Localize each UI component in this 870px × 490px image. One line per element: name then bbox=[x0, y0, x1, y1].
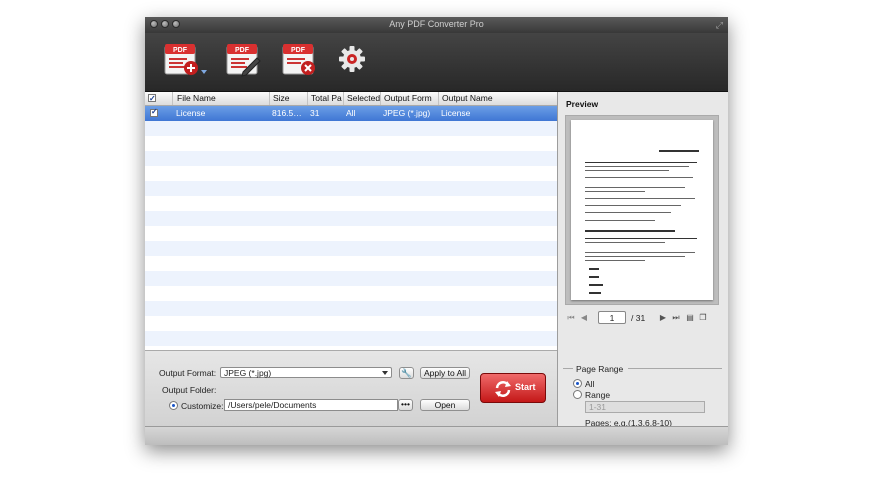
header-output-name[interactable]: Output Name bbox=[438, 92, 557, 105]
output-format-label: Output Format: bbox=[159, 368, 217, 378]
page-range-title: Page Range bbox=[576, 364, 624, 374]
svg-text:PDF: PDF bbox=[291, 47, 306, 54]
last-page-icon[interactable]: ⏭ bbox=[671, 313, 681, 323]
table-row[interactable]: License 816.5… 31 All JPEG (*.jpg) Licen… bbox=[145, 106, 557, 121]
cell-output-name: License bbox=[441, 108, 471, 118]
cell-selected: All bbox=[346, 108, 356, 118]
header-size[interactable]: Size bbox=[269, 92, 307, 105]
output-folder-label: Output Folder: bbox=[162, 385, 217, 395]
output-folder-input[interactable]: /Users/pele/Documents bbox=[224, 399, 398, 411]
empty-row bbox=[145, 181, 557, 196]
remove-pdf-icon: PDF bbox=[282, 44, 315, 75]
empty-row bbox=[145, 121, 557, 136]
add-pdf-icon: PDF bbox=[164, 44, 198, 75]
gear-icon bbox=[339, 46, 365, 72]
cell-total-pages: 31 bbox=[310, 108, 320, 118]
select-all-header[interactable] bbox=[145, 92, 172, 105]
app-window: Any PDF Converter Pro ⤢ PDF PDF PDF ✓ Fi… bbox=[145, 17, 728, 445]
apply-to-all-button[interactable]: Apply to All bbox=[420, 367, 470, 379]
format-settings-button[interactable]: 🔧 bbox=[399, 367, 414, 379]
preview-frame bbox=[565, 115, 719, 305]
svg-text:PDF: PDF bbox=[173, 47, 188, 54]
fullscreen-icon[interactable]: ⤢ bbox=[716, 20, 723, 31]
settings-button[interactable] bbox=[335, 40, 371, 78]
empty-row bbox=[145, 331, 557, 346]
cell-file-name: License bbox=[176, 108, 206, 118]
page-navigation: ⏮ ◀ 1 / 31 ▶ ⏭ ▤ ❐ bbox=[566, 311, 722, 325]
empty-row bbox=[145, 211, 557, 226]
empty-row bbox=[145, 241, 557, 256]
title-bar: Any PDF Converter Pro ⤢ bbox=[145, 17, 728, 33]
open-folder-button[interactable]: Open bbox=[420, 399, 470, 411]
prev-page-icon[interactable]: ◀ bbox=[579, 313, 589, 323]
cell-output-format: JPEG (*.jpg) bbox=[383, 108, 431, 118]
svg-text:PDF: PDF bbox=[235, 47, 250, 54]
window-title: Any PDF Converter Pro bbox=[389, 19, 484, 29]
customize-radio[interactable] bbox=[169, 401, 178, 410]
customize-label: Customize: bbox=[181, 401, 224, 411]
status-bar bbox=[145, 426, 728, 445]
next-page-icon[interactable]: ▶ bbox=[658, 313, 668, 323]
edit-pdf-icon: PDF bbox=[226, 44, 261, 77]
preview-title: Preview bbox=[566, 99, 599, 109]
output-settings: Output Format: JPEG (*.jpg) 🔧 Apply to A… bbox=[145, 350, 557, 427]
current-page-input[interactable]: 1 bbox=[598, 311, 626, 324]
all-pages-radio[interactable] bbox=[573, 379, 582, 388]
range-label: Range bbox=[585, 390, 611, 400]
remove-pdf-button[interactable]: PDF bbox=[281, 40, 317, 78]
toolbar: PDF PDF PDF bbox=[145, 33, 728, 92]
output-format-select[interactable]: JPEG (*.jpg) bbox=[220, 367, 392, 378]
range-radio[interactable] bbox=[573, 390, 582, 399]
edit-pdf-button[interactable]: PDF bbox=[225, 40, 261, 78]
page-thumbnail bbox=[571, 120, 713, 300]
browse-folder-button[interactable]: ••• bbox=[398, 399, 413, 411]
first-page-icon[interactable]: ⏮ bbox=[566, 313, 576, 323]
output-format-value: JPEG (*.jpg) bbox=[224, 368, 272, 378]
range-input[interactable]: 1-31 bbox=[585, 401, 705, 413]
header-file-name[interactable]: File Name bbox=[172, 92, 269, 105]
add-dropdown-icon[interactable] bbox=[201, 70, 207, 74]
cell-size: 816.5… bbox=[272, 108, 302, 118]
empty-row bbox=[145, 151, 557, 166]
single-page-icon[interactable]: ▤ bbox=[685, 313, 695, 323]
chevron-down-icon bbox=[382, 371, 388, 375]
header-output-format[interactable]: Output Form bbox=[380, 92, 438, 105]
refresh-icon bbox=[495, 381, 511, 397]
all-pages-label: All bbox=[585, 379, 595, 389]
table-header: File Name Size Total Pa Selected Output … bbox=[145, 92, 557, 106]
select-all-checkbox[interactable] bbox=[148, 92, 156, 105]
copy-page-icon[interactable]: ❐ bbox=[698, 313, 708, 323]
empty-row bbox=[145, 271, 557, 286]
header-total-pages[interactable]: Total Pa bbox=[307, 92, 343, 105]
add-pdf-button[interactable]: PDF bbox=[163, 40, 199, 78]
row-checkbox[interactable] bbox=[150, 107, 158, 117]
preview-panel: Preview ⏮ ◀ 1 / 31 ▶ ⏭ ▤ ❐ Page Range Al… bbox=[558, 92, 728, 428]
wrench-icon: 🔧 bbox=[401, 368, 412, 378]
file-list: File Name Size Total Pa Selected Output … bbox=[145, 92, 557, 350]
empty-row bbox=[145, 301, 557, 316]
start-button[interactable]: Start bbox=[480, 373, 546, 403]
header-selected[interactable]: Selected bbox=[343, 92, 380, 105]
total-pages-label: / 31 bbox=[631, 313, 646, 323]
start-label: Start bbox=[515, 382, 536, 392]
